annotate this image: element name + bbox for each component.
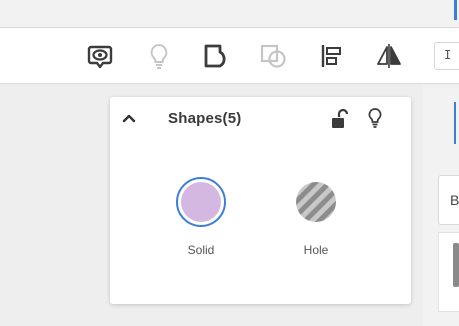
hide-button[interactable]: [142, 40, 176, 72]
hole-label: Hole: [303, 243, 329, 257]
toolbar-field[interactable]: I: [434, 42, 459, 70]
show-all-button[interactable]: [83, 40, 117, 72]
right-card-text: B: [450, 192, 459, 208]
top-strip: [0, 0, 459, 28]
right-card[interactable]: B: [438, 175, 459, 225]
hole-swatch: [296, 182, 336, 222]
toolbar-field-text: I: [444, 48, 452, 62]
align-button[interactable]: [315, 40, 349, 72]
group-button[interactable]: [199, 40, 233, 72]
toolbar: I: [0, 28, 459, 84]
page: I B Shapes(5) Solid Hole: [0, 0, 459, 326]
accent-line: [454, 0, 457, 20]
mirror-icon: [377, 44, 401, 68]
ungroup-button[interactable]: [256, 40, 290, 72]
shapes-panel: Shapes(5) Solid Hole: [110, 97, 411, 304]
show-all-icon: [87, 45, 113, 69]
solid-swatch: [176, 177, 226, 227]
right-glyph: [453, 243, 459, 287]
mirror-button[interactable]: [372, 40, 406, 72]
solid-label: Solid: [187, 243, 215, 257]
shapes-panel-title: Shapes(5): [168, 110, 242, 127]
hole-option[interactable]: [290, 176, 342, 228]
group-icon: [204, 44, 226, 68]
lightbulb-icon: [150, 43, 168, 69]
align-icon: [321, 45, 341, 67]
chevron-up-icon[interactable]: [121, 110, 137, 126]
unlock-icon[interactable]: [330, 108, 348, 130]
ungroup-icon: [260, 44, 286, 68]
solid-option[interactable]: [175, 176, 227, 228]
shapes-panel-header[interactable]: Shapes(5): [110, 97, 411, 143]
right-accent-bracket: [454, 102, 459, 144]
lightbulb-icon[interactable]: [367, 107, 383, 129]
